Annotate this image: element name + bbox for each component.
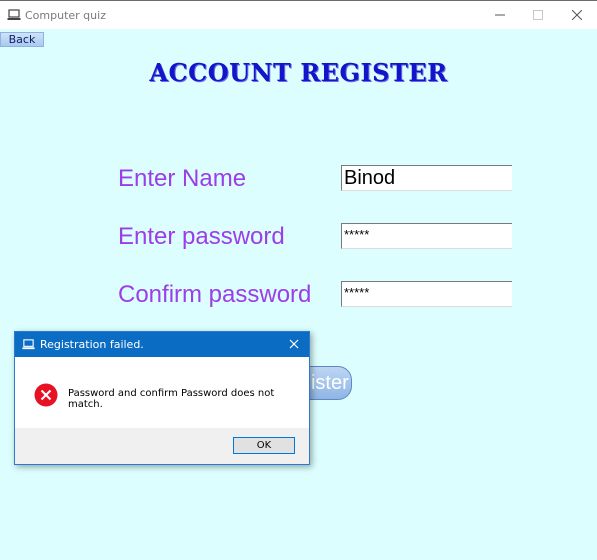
back-button[interactable]: Back	[0, 32, 44, 47]
minimize-icon	[495, 14, 505, 16]
page-title: ACCOUNT REGISTER	[149, 58, 448, 87]
close-icon	[572, 10, 582, 20]
close-icon[interactable]	[287, 337, 301, 351]
close-button[interactable]	[558, 1, 596, 29]
error-dialog: Registration failed. Password and confir…	[14, 331, 310, 465]
dialog-message: Password and confirm Password does not m…	[68, 388, 275, 410]
password-input[interactable]: *****	[341, 223, 512, 249]
dialog-title: Registration failed.	[40, 338, 144, 351]
app-window: Computer quiz Back ACCOUNT REGISTER Ente…	[0, 0, 597, 560]
name-input[interactable]: Binod	[341, 165, 512, 191]
dialog-footer: OK	[15, 428, 309, 464]
ok-button[interactable]: OK	[233, 437, 295, 454]
maximize-icon	[533, 10, 543, 20]
window-title: Computer quiz	[25, 9, 106, 22]
minimize-button[interactable]	[481, 1, 519, 29]
laptop-icon	[22, 339, 35, 350]
name-label: Enter Name	[118, 165, 247, 192]
confirm-password-label: Confirm password	[118, 281, 312, 308]
confirm-password-input[interactable]: *****	[341, 281, 512, 307]
dialog-title-bar: Registration failed.	[15, 332, 309, 357]
maximize-button[interactable]	[519, 1, 557, 29]
laptop-icon	[7, 9, 21, 20]
title-bar: Computer quiz	[0, 0, 597, 29]
error-icon	[34, 383, 58, 407]
password-label: Enter password	[118, 223, 285, 250]
